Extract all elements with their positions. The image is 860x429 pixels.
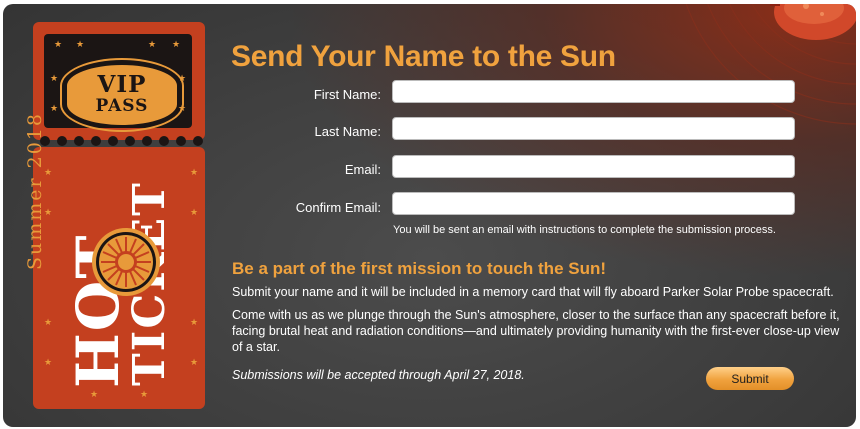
star-icon: ★ xyxy=(178,103,187,113)
star-icon: ★ xyxy=(172,39,181,49)
page-title: Send Your Name to the Sun xyxy=(231,40,616,73)
email-label: Email: xyxy=(344,162,381,177)
perforation-hole xyxy=(57,136,67,146)
perforation-hole xyxy=(159,136,169,146)
star-icon: ★ xyxy=(44,357,53,367)
solar-probe-image xyxy=(770,4,856,40)
perforation-hole xyxy=(176,136,186,146)
hot-ticket-graphic: VIP PASS ★ ★ ★ ★ ★ ★ ★ ★ Summer 2018 HOT… xyxy=(24,18,214,410)
first-name-label: First Name: xyxy=(313,87,381,102)
last-name-input[interactable] xyxy=(392,117,795,140)
mission-paragraph-2: Come with us as we plunge through the Su… xyxy=(232,308,840,354)
star-icon: ★ xyxy=(50,73,59,83)
star-icon: ★ xyxy=(90,389,99,399)
deadline-note: Submissions will be accepted through Apr… xyxy=(232,368,525,382)
star-icon: ★ xyxy=(190,167,199,177)
star-icon: ★ xyxy=(148,39,157,49)
star-icon: ★ xyxy=(140,389,149,399)
mission-heading: Be a part of the first mission to touch … xyxy=(232,259,607,278)
app-frame: VIP PASS ★ ★ ★ ★ ★ ★ ★ ★ Summer 2018 HOT… xyxy=(3,4,856,427)
submit-button[interactable]: Submit xyxy=(706,367,794,390)
star-icon: ★ xyxy=(190,317,199,327)
star-icon: ★ xyxy=(190,207,199,217)
confirm-email-input[interactable] xyxy=(392,192,795,215)
email-input[interactable] xyxy=(392,155,795,178)
star-icon: ★ xyxy=(44,317,53,327)
email-helper-text: You will be sent an email with instructi… xyxy=(393,224,776,236)
star-icon: ★ xyxy=(54,39,63,49)
perforation-hole xyxy=(142,136,152,146)
first-name-input[interactable] xyxy=(392,80,795,103)
sun-icon xyxy=(92,228,160,296)
mission-paragraph-1: Submit your name and it will be included… xyxy=(232,285,834,299)
star-icon: ★ xyxy=(44,167,53,177)
summer-2018-label: Summer 2018 xyxy=(24,111,46,270)
confirm-email-label: Confirm Email: xyxy=(295,200,381,215)
star-icon: ★ xyxy=(50,103,59,113)
star-icon: ★ xyxy=(178,73,187,83)
star-icon: ★ xyxy=(76,39,85,49)
last-name-label: Last Name: xyxy=(314,124,381,139)
star-icon: ★ xyxy=(190,357,199,367)
star-icon: ★ xyxy=(44,207,53,217)
